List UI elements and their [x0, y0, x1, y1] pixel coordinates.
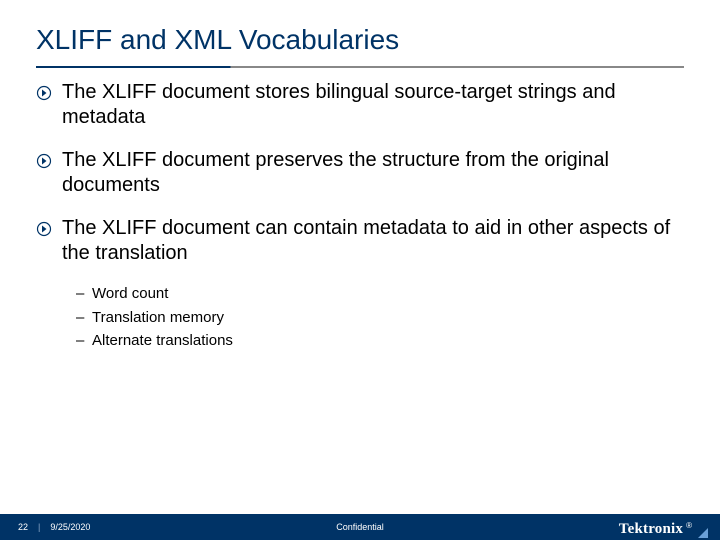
- footer-confidential: Confidential: [0, 522, 720, 532]
- bullet-item: The XLIFF document stores bilingual sour…: [36, 80, 684, 130]
- bullet-item: The XLIFF document preserves the structu…: [36, 148, 684, 198]
- slide-body: The XLIFF document stores bilingual sour…: [36, 80, 684, 355]
- slide-footer: 22 | 9/25/2020 Confidential Tektronix ®: [0, 514, 720, 540]
- arrow-circle-right-icon: [36, 85, 52, 101]
- sub-bullet-text: Word count: [92, 284, 168, 304]
- dash-icon: –: [76, 284, 92, 304]
- bullet-text: The XLIFF document preserves the structu…: [62, 148, 684, 198]
- title-underline: [36, 66, 684, 68]
- sub-bullet-item: – Alternate translations: [76, 331, 684, 351]
- bullet-item: The XLIFF document can contain metadata …: [36, 216, 684, 266]
- arrow-circle-right-icon: [36, 153, 52, 169]
- arrow-circle-right-icon: [36, 221, 52, 237]
- triangle-icon: [698, 528, 708, 538]
- sub-bullet-list: – Word count – Translation memory – Alte…: [76, 284, 684, 351]
- brand-logo: Tektronix ®: [619, 521, 708, 538]
- sub-bullet-text: Alternate translations: [92, 331, 233, 351]
- brand-logo-text: Tektronix: [619, 521, 683, 538]
- bullet-text: The XLIFF document stores bilingual sour…: [62, 80, 684, 130]
- slide: XLIFF and XML Vocabularies The XLIFF doc…: [0, 0, 720, 540]
- dash-icon: –: [76, 308, 92, 328]
- sub-bullet-text: Translation memory: [92, 308, 224, 328]
- bullet-text: The XLIFF document can contain metadata …: [62, 216, 684, 266]
- dash-icon: –: [76, 331, 92, 351]
- registered-mark-icon: ®: [686, 521, 692, 530]
- sub-bullet-item: – Word count: [76, 284, 684, 304]
- sub-bullet-item: – Translation memory: [76, 308, 684, 328]
- slide-title: XLIFF and XML Vocabularies: [36, 24, 684, 56]
